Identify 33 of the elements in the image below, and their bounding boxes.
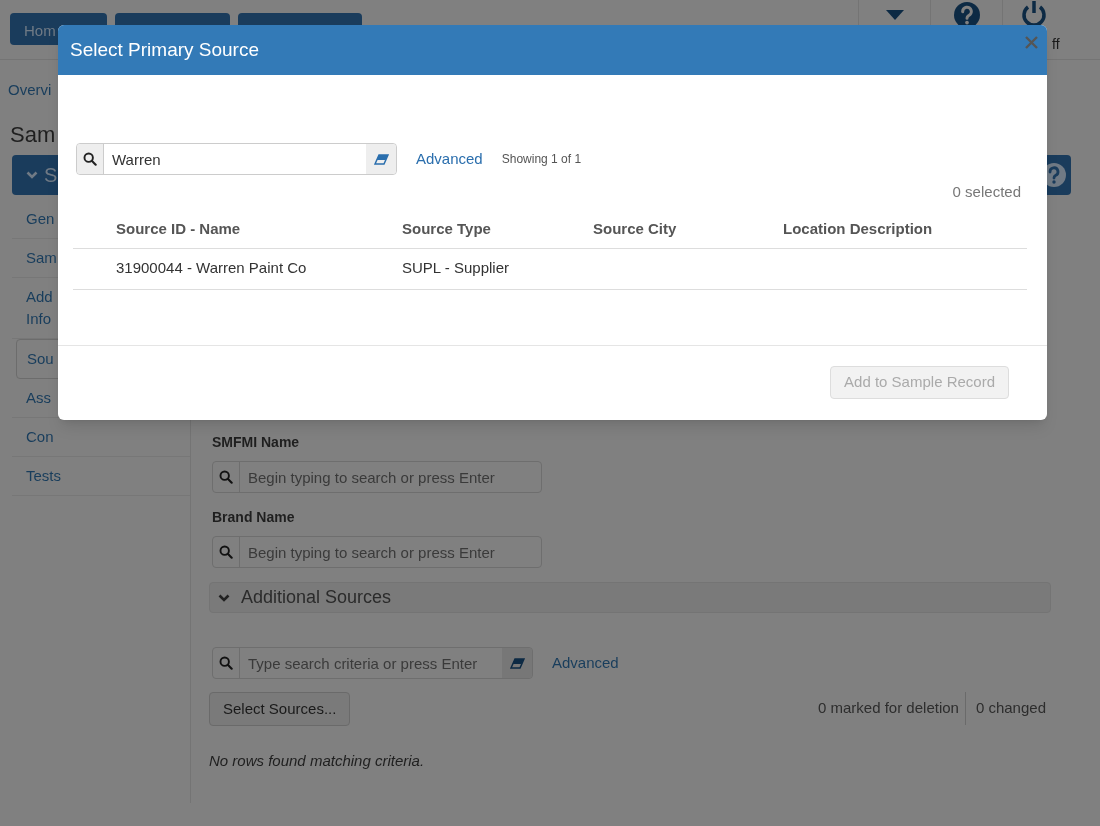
search-icon bbox=[219, 545, 233, 559]
search-icon bbox=[219, 656, 233, 670]
column-header: Source ID - Name bbox=[115, 218, 242, 239]
sidebar-item[interactable]: Tests bbox=[12, 457, 190, 496]
eraser-icon bbox=[373, 153, 389, 165]
search-field[interactable]: Begin typing to search or press Enter bbox=[212, 536, 542, 568]
eraser-icon bbox=[509, 657, 525, 669]
accordion-header[interactable]: Additional Sources bbox=[209, 582, 1051, 613]
table-cell-text: SUPL - Supplier bbox=[401, 258, 510, 279]
search-field[interactable]: Begin typing to search or press Enter bbox=[212, 461, 542, 493]
changed-count: 0 changed bbox=[974, 698, 1046, 718]
search-field[interactable]: Type search criteria or press Enter bbox=[212, 647, 533, 679]
power-icon[interactable] bbox=[1020, 0, 1048, 28]
empty-message: No rows found matching criteria. bbox=[209, 751, 426, 771]
search-icon bbox=[83, 152, 97, 166]
chevron-icon bbox=[26, 169, 38, 181]
page-title: Sam bbox=[10, 122, 56, 147]
column-header: Source Type bbox=[401, 218, 492, 239]
caret-down-icon[interactable] bbox=[885, 10, 904, 20]
column-header: Source City bbox=[592, 218, 678, 239]
field-label: SMFMI Name bbox=[211, 433, 301, 452]
breadcrumb-link[interactable]: Overvi bbox=[8, 81, 52, 98]
deletion-count: 0 marked for deletion bbox=[818, 692, 966, 725]
logoff-label[interactable]: ff bbox=[1052, 34, 1060, 55]
field-label: Brand Name bbox=[211, 508, 296, 527]
advanced-link[interactable]: Advanced bbox=[552, 651, 619, 675]
select-sources-button[interactable]: Select Sources... bbox=[209, 692, 351, 726]
search-icon bbox=[219, 470, 233, 484]
table-cell-text: 31900044 - Warren Paint Co bbox=[115, 258, 308, 279]
advanced-link[interactable]: Advanced bbox=[416, 147, 483, 171]
column-header: Location Description bbox=[782, 218, 934, 239]
selected-count: 0 selected bbox=[952, 182, 1021, 202]
result-count: Showing 1 of 1 bbox=[501, 151, 582, 168]
